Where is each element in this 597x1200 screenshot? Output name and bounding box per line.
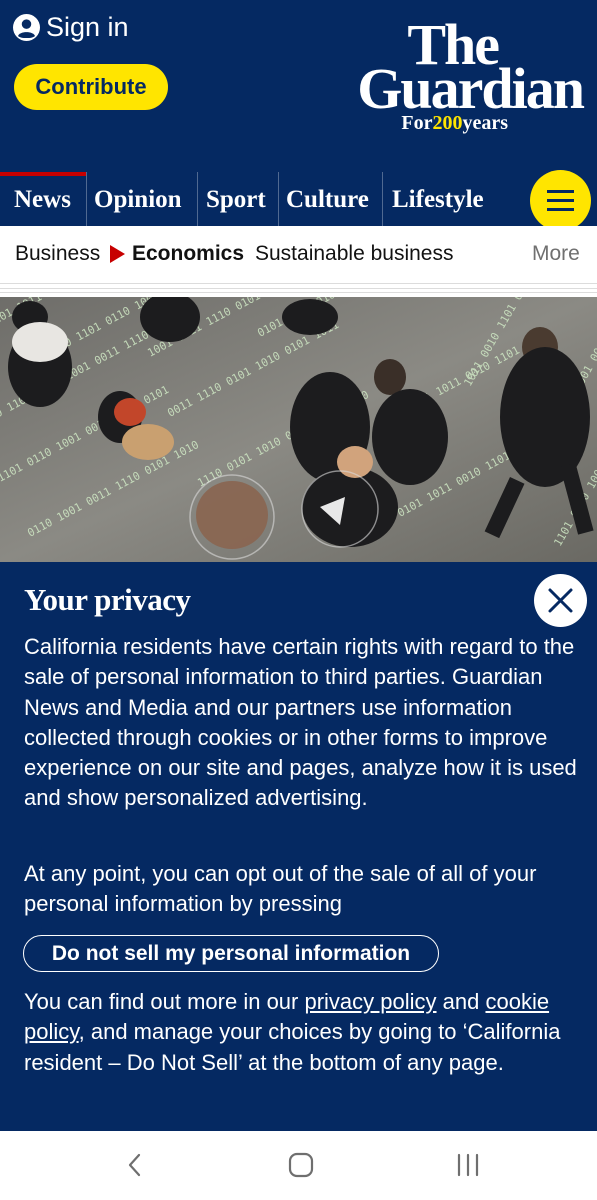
do-not-sell-button[interactable]: Do not sell my personal information xyxy=(23,935,439,972)
subnav-more[interactable]: More xyxy=(532,242,580,266)
close-privacy-button[interactable] xyxy=(534,574,587,627)
privacy-policy-link[interactable]: privacy policy xyxy=(304,989,436,1014)
hamburger-menu-icon-bar xyxy=(547,199,574,202)
divider xyxy=(0,292,597,293)
paragraph-3-rest: , and manage your choices by going to ‘C… xyxy=(24,1019,561,1075)
contribute-button[interactable]: Contribute xyxy=(14,64,168,110)
nav-pillar-culture[interactable]: Culture xyxy=(279,172,383,226)
nav-pillar-sport[interactable]: Sport xyxy=(198,172,279,226)
privacy-banner: Your privacy California residents have c… xyxy=(0,562,597,1131)
back-button[interactable] xyxy=(104,1145,164,1185)
close-x-icon xyxy=(548,588,573,613)
privacy-paragraph-2: At any point, you can opt out of the sal… xyxy=(24,861,537,917)
subnav-item-economics[interactable]: Economics xyxy=(132,242,244,266)
article-hero-image: 0101 1011 0010 1101 0110 1001 1011 0010 … xyxy=(0,297,597,562)
sub-navigation: Business Economics Sustainable business … xyxy=(0,226,597,284)
paragraph-3-intro: You can find out more in our xyxy=(24,989,305,1014)
user-avatar-icon xyxy=(13,14,40,41)
logo-years: years xyxy=(462,112,508,134)
hero-photo-crowd-binary: 0101 1011 0010 1101 0110 1001 1011 0010 … xyxy=(0,297,597,562)
main-nav: News Opinion Sport Culture Lifestyle xyxy=(0,172,597,226)
nav-pillar-opinion[interactable]: Opinion xyxy=(87,172,198,226)
recent-apps-icon xyxy=(457,1153,479,1177)
sign-in-label: Sign in xyxy=(46,12,129,42)
logo-guardian: Guardian xyxy=(357,56,585,121)
logo-200: 200 xyxy=(432,112,463,134)
site-header: Sign in Contribute The Guardian For200ye… xyxy=(0,0,597,175)
sign-in-link[interactable]: Sign in xyxy=(13,12,129,43)
menu-button[interactable] xyxy=(530,170,591,231)
home-button[interactable] xyxy=(271,1145,331,1185)
current-section-arrow-icon xyxy=(110,245,125,263)
privacy-title: Your privacy xyxy=(24,582,191,617)
chevron-left-icon xyxy=(128,1153,141,1177)
logo-for: For xyxy=(401,112,433,134)
home-icon xyxy=(288,1152,314,1178)
subnav-item-sustainable-business[interactable]: Sustainable business xyxy=(255,242,453,266)
hamburger-menu-icon xyxy=(547,190,574,193)
privacy-paragraph-3: You can find out more in our privacy pol… xyxy=(24,987,584,1078)
nav-pillar-news[interactable]: News xyxy=(0,172,87,226)
privacy-paragraph-1: California residents have certain rights… xyxy=(24,634,577,811)
divider xyxy=(0,288,597,289)
recent-apps-button[interactable] xyxy=(438,1145,498,1185)
nav-pillar-lifestyle[interactable]: Lifestyle xyxy=(383,172,509,226)
logo-tagline: For200years xyxy=(401,112,508,134)
guardian-logo[interactable]: The Guardian For200years xyxy=(298,16,585,140)
system-navigation-bar xyxy=(0,1131,597,1200)
paragraph-3-and: and xyxy=(436,989,486,1014)
hamburger-menu-icon-bar xyxy=(547,208,574,211)
subnav-item-business[interactable]: Business xyxy=(15,242,100,266)
